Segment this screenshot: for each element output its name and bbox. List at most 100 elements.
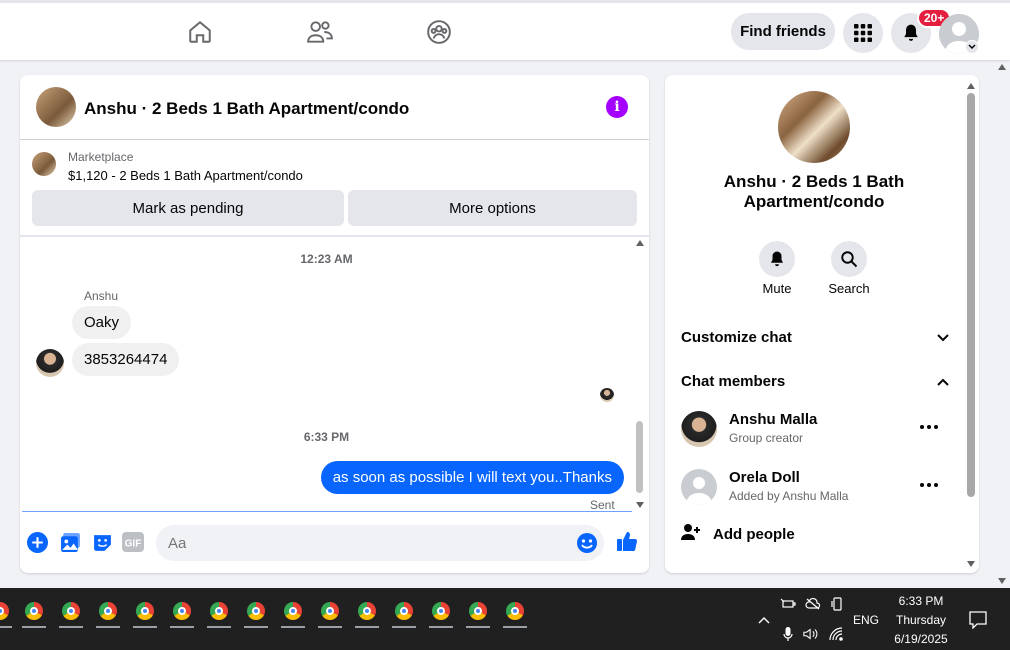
messages-scrollbar[interactable] xyxy=(634,238,646,510)
divider xyxy=(20,235,649,237)
member-avatar[interactable] xyxy=(681,411,717,447)
chrome-icon[interactable] xyxy=(94,596,122,628)
chrome-icon[interactable] xyxy=(353,596,381,628)
scroll-down-icon[interactable] xyxy=(998,578,1006,584)
chat-panel: Anshu · 2 Beds 1 Bath Apartment/condo i … xyxy=(20,75,649,573)
search-button[interactable]: Search xyxy=(819,241,879,296)
speaker-icon[interactable] xyxy=(803,626,819,642)
chrome-icon[interactable] xyxy=(390,596,418,628)
search-icon xyxy=(831,241,867,277)
chrome-icon[interactable] xyxy=(316,596,344,628)
sender-name: Anshu xyxy=(84,289,119,303)
message-bubble-incoming[interactable]: Oaky xyxy=(72,306,132,339)
bell-icon xyxy=(759,241,795,277)
add-person-icon xyxy=(681,523,701,545)
customize-chat-label: Customize chat xyxy=(681,328,792,346)
groups-icon[interactable] xyxy=(424,17,454,47)
chat-info-panel: Anshu · 2 Beds 1 Bath Apartment/condo Mu… xyxy=(665,75,979,573)
add-people-button[interactable]: Add people xyxy=(681,523,795,545)
sender-avatar[interactable] xyxy=(36,349,64,377)
listing-price-title[interactable]: $1,120 - 2 Beds 1 Bath Apartment/condo xyxy=(68,168,303,183)
more-options-icon[interactable] xyxy=(917,417,941,437)
chrome-icon[interactable] xyxy=(0,596,14,628)
scroll-down-icon[interactable] xyxy=(967,561,975,567)
like-thumb-icon[interactable] xyxy=(616,530,638,552)
listing-thumbnail[interactable] xyxy=(32,152,56,176)
chat-avatar[interactable] xyxy=(36,87,76,127)
chevron-up-icon[interactable] xyxy=(756,612,772,628)
find-friends-button[interactable]: Find friends xyxy=(731,13,835,50)
member-item[interactable]: Orela Doll Added by Anshu Malla xyxy=(681,469,951,509)
mark-as-pending-button[interactable]: Mark as pending xyxy=(32,190,344,226)
photo-icon[interactable] xyxy=(59,531,81,553)
more-options-icon[interactable] xyxy=(917,475,941,495)
clock-date[interactable]: 6/19/2025 xyxy=(886,632,956,646)
chat-info-avatar[interactable] xyxy=(778,91,850,163)
sent-status: Sent xyxy=(590,498,615,512)
chat-title[interactable]: Anshu · 2 Beds 1 Bath Apartment/condo xyxy=(84,99,409,119)
sticker-icon[interactable] xyxy=(91,531,113,553)
member-item[interactable]: Anshu Malla Group creator xyxy=(681,411,951,451)
language-indicator[interactable]: ENG xyxy=(853,613,879,627)
chrome-icon[interactable] xyxy=(20,596,48,628)
info-icon[interactable]: i xyxy=(606,96,628,118)
chat-header: Anshu · 2 Beds 1 Bath Apartment/condo i xyxy=(20,75,649,140)
scroll-down-icon[interactable] xyxy=(636,502,644,508)
svg-text:GIF: GIF xyxy=(125,539,142,550)
microphone-icon[interactable] xyxy=(780,626,796,642)
member-name[interactable]: Anshu Malla xyxy=(729,411,817,428)
cloud-offline-icon[interactable] xyxy=(805,596,821,612)
plus-circle-icon[interactable] xyxy=(26,531,48,553)
scrollbar-thumb[interactable] xyxy=(967,93,975,497)
chat-members-row[interactable]: Chat members xyxy=(681,366,949,396)
scroll-up-icon[interactable] xyxy=(998,64,1006,70)
search-label: Search xyxy=(828,281,870,296)
mute-label: Mute xyxy=(762,281,792,296)
chevron-down-icon[interactable] xyxy=(965,40,979,54)
marketplace-label: Marketplace xyxy=(68,150,134,164)
more-options-button[interactable]: More options xyxy=(348,190,637,226)
friends-icon[interactable] xyxy=(305,17,335,47)
chrome-icon[interactable] xyxy=(464,596,492,628)
chevron-down-icon xyxy=(937,329,949,346)
scroll-up-icon[interactable] xyxy=(636,240,644,246)
taskbar: ENG 6:33 PM Thursday 6/19/2025 xyxy=(0,588,1010,650)
timestamp-separator: 12:23 AM xyxy=(300,252,353,266)
chrome-icon[interactable] xyxy=(57,596,85,628)
menu-grid-icon[interactable] xyxy=(843,13,883,53)
wifi-icon[interactable] xyxy=(829,626,845,642)
member-role: Added by Anshu Malla xyxy=(729,489,849,503)
message-input[interactable] xyxy=(156,525,604,561)
chrome-icon[interactable] xyxy=(427,596,455,628)
member-name[interactable]: Orela Doll xyxy=(729,469,800,486)
chrome-icon[interactable] xyxy=(131,596,159,628)
member-role: Group creator xyxy=(729,431,804,445)
home-icon[interactable] xyxy=(185,17,215,47)
gif-icon[interactable]: GIF xyxy=(122,531,144,553)
emoji-icon[interactable] xyxy=(576,532,598,554)
chrome-icon[interactable] xyxy=(168,596,196,628)
clock-time[interactable]: 6:33 PM xyxy=(886,594,956,608)
scrollbar-thumb[interactable] xyxy=(636,421,643,493)
timestamp-separator: 6:33 PM xyxy=(303,430,350,444)
top-navigation-bar: Find friends 20+ xyxy=(0,0,1010,60)
phone-link-icon[interactable] xyxy=(829,596,845,612)
chrome-icon[interactable] xyxy=(205,596,233,628)
composer-divider xyxy=(22,511,632,512)
info-scrollbar[interactable] xyxy=(966,81,976,569)
message-bubble-outgoing[interactable]: as soon as possible I will text you..Tha… xyxy=(320,461,624,494)
message-bubble-incoming[interactable]: 3853264474 xyxy=(72,343,180,376)
battery-saver-icon[interactable] xyxy=(780,596,796,612)
chrome-icon[interactable] xyxy=(279,596,307,628)
member-avatar[interactable] xyxy=(681,469,717,505)
clock-day[interactable]: Thursday xyxy=(886,613,956,627)
chat-info-title: Anshu · 2 Beds 1 Bath Apartment/condo xyxy=(723,172,905,211)
chrome-icon[interactable] xyxy=(242,596,270,628)
notifications-center-icon[interactable] xyxy=(968,610,988,630)
mute-button[interactable]: Mute xyxy=(747,241,807,296)
chrome-icon[interactable] xyxy=(501,596,529,628)
page-scrollbar[interactable] xyxy=(994,60,1010,588)
customize-chat-row[interactable]: Customize chat xyxy=(681,322,949,352)
chevron-up-icon xyxy=(937,373,949,390)
scroll-up-icon[interactable] xyxy=(967,83,975,89)
